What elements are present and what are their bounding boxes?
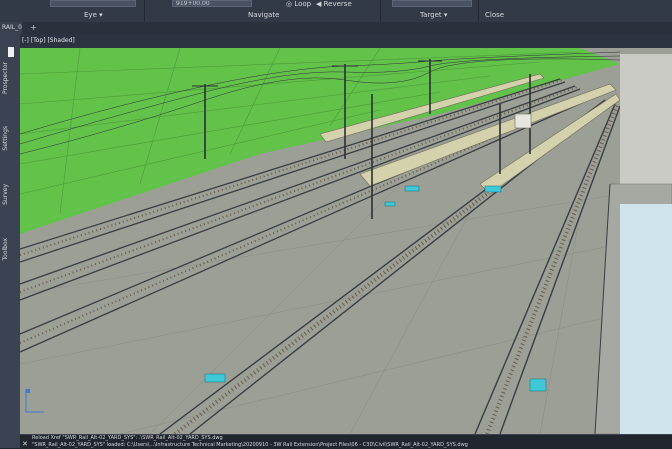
drawing-viewport[interactable]: [-] [Top] [Shaded] bbox=[20, 34, 672, 434]
chevron-down-icon: ▾ bbox=[443, 11, 448, 19]
palette-tab-prospector[interactable]: Prospector bbox=[2, 62, 18, 94]
reverse-button[interactable]: ◀ Reverse bbox=[316, 0, 352, 8]
target-label-text: Target bbox=[420, 11, 442, 19]
palette-tab-survey[interactable]: Survey bbox=[2, 184, 18, 205]
target-panel-label[interactable]: Target ▾ bbox=[420, 11, 447, 19]
ribbon-separator bbox=[478, 0, 479, 22]
viewport-controls-label[interactable]: [-] [Top] [Shaded] bbox=[22, 37, 75, 44]
ribbon-separator bbox=[144, 0, 145, 22]
chevron-down-icon: ▾ bbox=[99, 11, 103, 19]
loop-button[interactable]: ◎ Loop bbox=[286, 0, 311, 8]
navigate-panel-label: Navigate bbox=[248, 11, 280, 19]
tool-palette: Prospector Settings Survey Toolbox bbox=[0, 34, 21, 448]
palette-title-strip[interactable] bbox=[8, 47, 14, 57]
drawing-tab[interactable]: RAIL_02* bbox=[0, 22, 22, 34]
command-history-line: Reload Xref "SWR_Rail_Alt-02_YARD_SYS": … bbox=[32, 435, 223, 441]
add-tab-button[interactable]: + bbox=[30, 22, 37, 34]
rail-yard-3d-view bbox=[20, 34, 672, 434]
reverse-label: Reverse bbox=[323, 0, 352, 8]
eye-field[interactable] bbox=[50, 0, 136, 7]
play-reverse-icon: ◀ bbox=[316, 0, 322, 8]
loop-icon: ◎ bbox=[286, 0, 293, 8]
target-field[interactable] bbox=[392, 0, 472, 7]
command-line: ✕ Reload Xref "SWR_Rail_Alt-02_YARD_SYS"… bbox=[20, 434, 672, 449]
loop-label: Loop bbox=[294, 0, 312, 8]
close-icon[interactable]: ✕ bbox=[22, 440, 28, 448]
ribbon-separator bbox=[380, 0, 381, 22]
eye-label-text: Eye bbox=[84, 11, 97, 19]
ribbon: Eye ▾ 919+00.00 Navigate ◎ Loop ◀ Revers… bbox=[0, 0, 672, 23]
speed-field[interactable]: 919+00.00 bbox=[172, 0, 252, 7]
command-history-line: "SWR_Rail_Alt-02_YARD_SYS" loaded: C:\Us… bbox=[32, 442, 468, 448]
palette-tab-settings[interactable]: Settings bbox=[2, 126, 18, 151]
close-panel-button[interactable]: Close bbox=[485, 11, 504, 19]
eye-panel-label[interactable]: Eye ▾ bbox=[84, 11, 103, 19]
palette-tab-toolbox[interactable]: Toolbox bbox=[2, 238, 18, 261]
